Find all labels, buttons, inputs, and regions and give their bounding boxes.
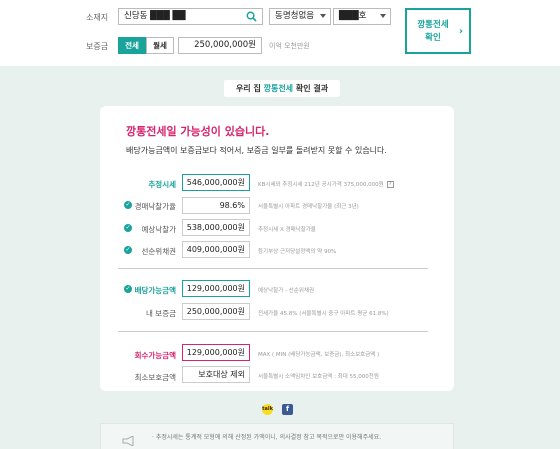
tab-jeonse[interactable]: 전세 [118, 37, 146, 54]
result-title: 우리 집 깡통전세 확인 결과 [224, 80, 340, 97]
search-form: 소재지 신당동 ███ ██ 동명청없음 ███호 보증금 전세 월세 250,… [0, 0, 560, 75]
check-kangtong-button[interactable]: 깡통전세 확인 › [405, 8, 471, 54]
divider [118, 268, 428, 269]
confirm-line-2: 확인 [425, 33, 441, 43]
row-label-expected-bid: 예상낙찰가 [141, 225, 177, 234]
row-value-expected-bid: 538,000,000원 [182, 219, 250, 236]
complex-select[interactable]: 동명청없음 [269, 8, 331, 25]
search-button[interactable] [241, 8, 263, 25]
row-note-expected-bid: 추정시세 X 경매낙찰가율 [258, 227, 316, 233]
kakao-share-icon[interactable]: talk [262, 404, 273, 415]
chevron-right-icon: › [458, 26, 463, 37]
row-value-estimated-price: 546,000,000원 [182, 174, 250, 191]
row-note-senior-debt: 등기부상 근저당설정액의 약 90% [258, 249, 337, 255]
row-value-auction-rate: 98.6% [182, 197, 250, 214]
deposit-input[interactable]: 250,000,000원 [178, 37, 262, 54]
divider [118, 331, 428, 332]
search-icon [246, 11, 257, 22]
title-highlight: 깡통전세 [263, 84, 294, 93]
facebook-share-icon[interactable]: f [282, 404, 293, 415]
deposit-hint: 이억 오천만원 [269, 42, 310, 50]
row-label-min-protected: 최소보호금액 [134, 373, 176, 382]
row-note-dividend-amount: 예상낙찰가 - 선순위채권 [258, 288, 315, 294]
chevron-down-icon [380, 14, 386, 18]
confirm-line-1: 깡통전세 [417, 20, 449, 30]
row-value-recoverable-amount: 129,000,000원 [182, 344, 250, 361]
footer-note: · 추정시세는 통계적 모형에 의해 산정된 가액이니, 의사결정 참고 목적으… [152, 434, 382, 441]
title-suffix: 확인 결과 [293, 84, 329, 93]
tab-wolse[interactable]: 월세 [146, 37, 174, 54]
row-label-recoverable-amount: 회수가능금액 [134, 351, 176, 360]
row-value-min-protected: 보호대상 제외 [182, 366, 250, 383]
row-note-my-deposit: 전세가율 45.8% (서울특별시 중구 아파트 평균 61.8%) [258, 311, 389, 317]
result-subline: 배당가능금액이 보증금보다 적어서, 보증금 일부를 돌려받지 못할 수 있습니… [126, 146, 387, 155]
row-note-min-protected: 서울특별시 소액임차인 보호금액 : 최대 55,000천원 [258, 374, 379, 380]
row-label-dividend-amount: 배당가능금액 [134, 286, 176, 295]
question-icon[interactable]: ? [386, 181, 394, 188]
unit-select-value: ███호 [339, 11, 367, 21]
title-prefix: 우리 집 [235, 84, 264, 93]
unit-select[interactable]: ███호 [333, 8, 391, 25]
row-note-estimated-price: KB시세와 추정시세 212년 공시가격 375,000,000원? [258, 180, 394, 188]
megaphone-icon [122, 436, 134, 446]
address-input[interactable]: 신당동 ███ ██ [118, 8, 242, 25]
chevron-down-icon [320, 14, 326, 18]
row-note-auction-rate: 서울특별시 아파트 경매낙찰가율 (최근 3년) [258, 204, 359, 210]
complex-select-value: 동명청없음 [275, 11, 315, 21]
row-value-my-deposit: 250,000,000원 [182, 303, 250, 320]
row-label-auction-rate: 경매낙찰가율 [134, 202, 176, 211]
result-headline: 깡통전세일 가능성이 있습니다. [126, 125, 270, 138]
row-note-recoverable-amount: MAX ( MIN (배당가능금액, 보증금), 최소보호금액 ) [258, 352, 380, 358]
row-label-estimated-price: 추정시세 [148, 180, 176, 189]
row-label-senior-debt: 선순위채권 [141, 247, 177, 256]
address-label: 소재지 [86, 13, 109, 22]
deposit-label: 보증금 [86, 42, 109, 51]
row-value-dividend-amount: 129,000,000원 [182, 280, 250, 297]
row-label-my-deposit: 내 보증금 [146, 309, 176, 318]
row-value-senior-debt: 409,000,000원 [182, 241, 250, 258]
